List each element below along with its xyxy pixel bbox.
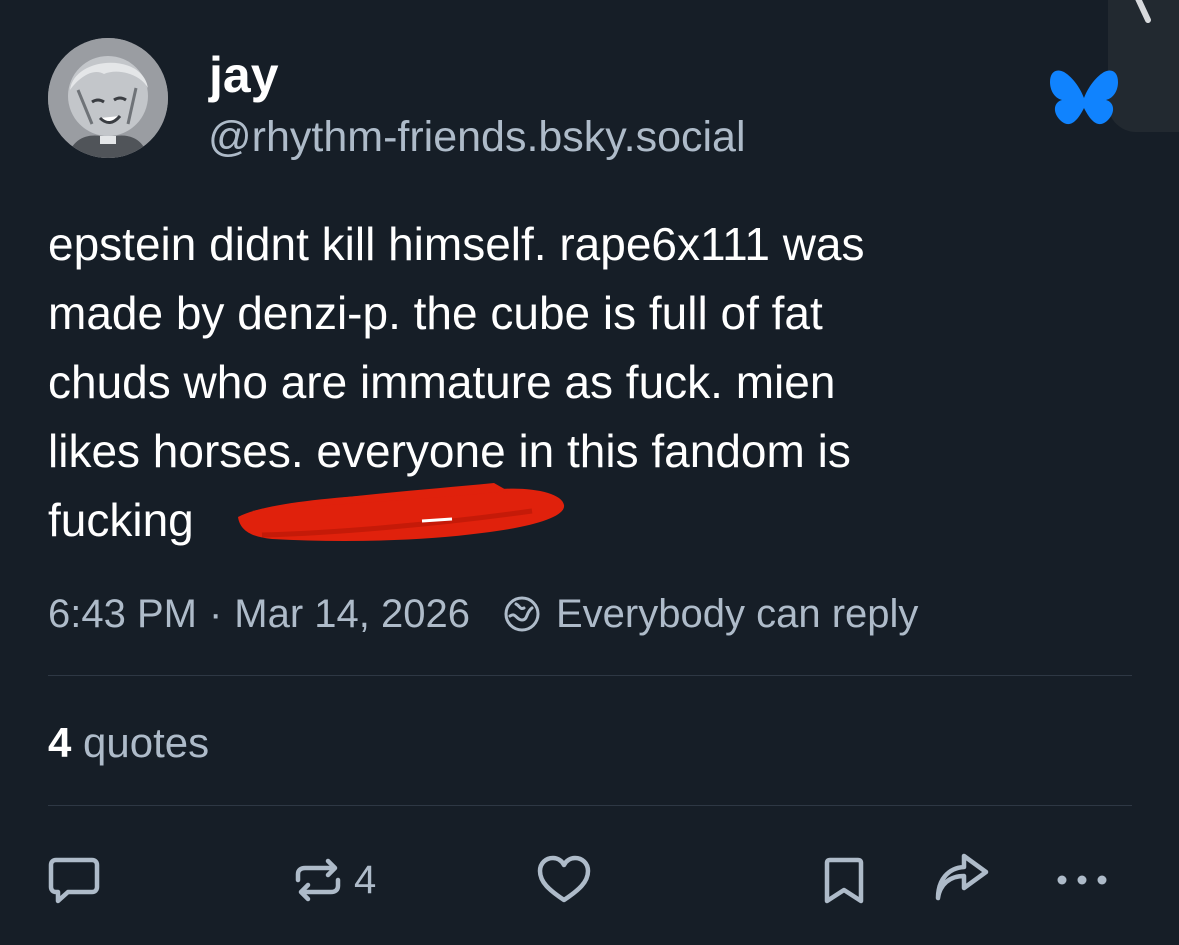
post-date: Mar 14, 2026 [234,591,470,636]
post-text-line: made by denzi-p. the cube is full of fat [48,287,823,339]
meta-separator: · [208,591,223,636]
repost-button[interactable]: 4 [290,850,376,910]
like-button[interactable] [535,850,593,910]
globe-icon [504,596,540,632]
share-button[interactable] [932,850,992,910]
quotes-stat[interactable]: 4 quotes [48,716,209,770]
redaction-scribble [238,483,565,541]
butterfly-icon [1050,70,1118,125]
post-text-line: epstein didnt kill himself. rape6x111 wa… [48,218,865,270]
repost-icon [295,858,341,902]
share-icon [935,853,989,901]
bookmark-button[interactable] [816,850,872,910]
author-display-name[interactable]: jay [209,46,279,104]
reply-button[interactable] [46,850,102,910]
post-time: 6:43 PM [48,591,197,636]
post-text-line: chuds who are immature as fuck. mien [48,356,836,408]
avatar-image [48,38,168,158]
divider [48,805,1132,806]
heart-icon [537,855,591,903]
arrow-icon [1135,0,1151,23]
more-icon [1057,875,1107,885]
author-handle[interactable]: @rhythm-friends.bsky.social [208,110,746,164]
post-text: epstein didnt kill himself. rape6x111 wa… [48,210,1138,555]
post-text-line: likes horses. everyone in this fandom is [48,425,851,477]
post-meta: 6:43 PM · Mar 14, 2026 Everybody can rep… [48,588,918,640]
divider [48,675,1132,676]
reply-setting[interactable]: Everybody can reply [556,592,918,637]
reply-icon [48,857,100,904]
more-button[interactable] [1052,850,1112,910]
bookmark-icon [824,857,864,904]
quotes-count: 4 [48,719,72,766]
quotes-label: quotes [83,719,210,766]
post-text-line: fucking [48,494,194,546]
repost-count: 4 [354,857,377,902]
avatar[interactable] [48,38,168,158]
